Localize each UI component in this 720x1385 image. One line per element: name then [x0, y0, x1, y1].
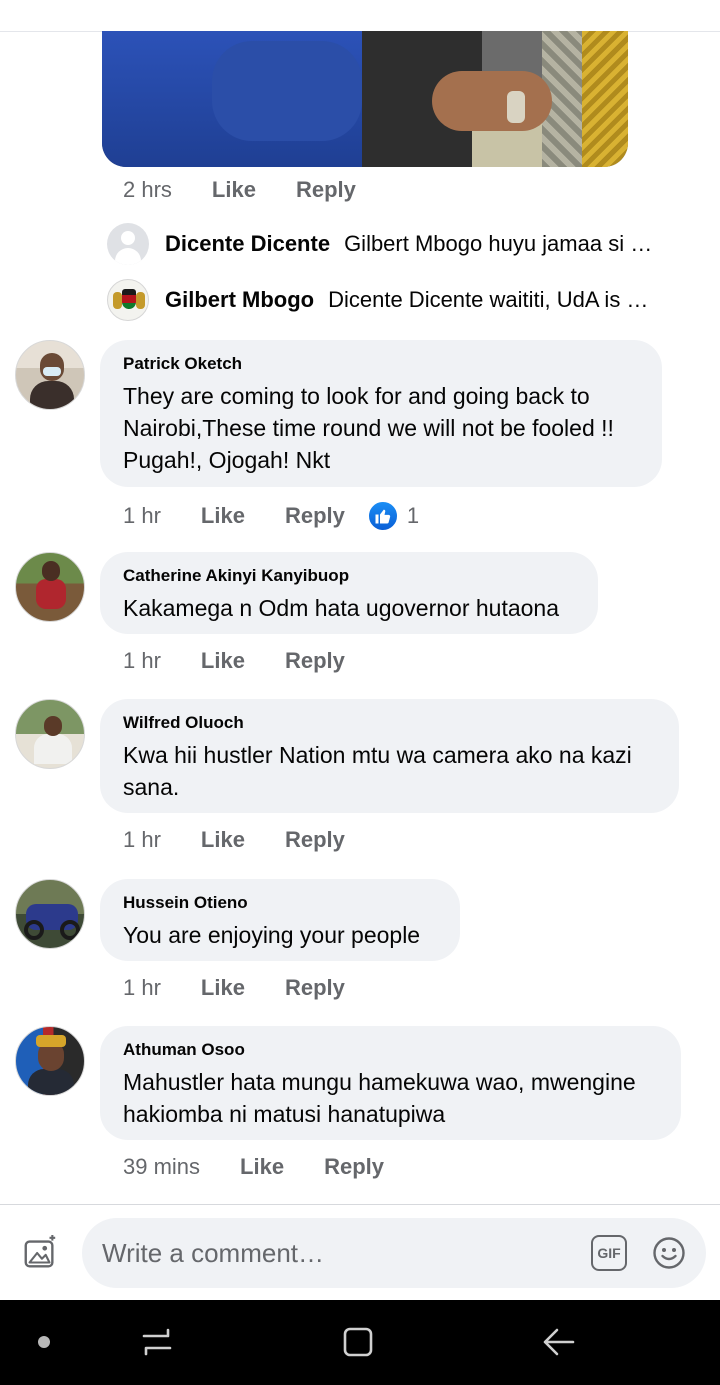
comment-author[interactable]: Catherine Akinyi Kanyibuop: [123, 566, 574, 586]
comment-bubble[interactable]: Hussein Otieno You are enjoying your peo…: [100, 879, 460, 961]
avatar[interactable]: [15, 879, 85, 949]
reply-button[interactable]: Reply: [285, 827, 345, 853]
recents-icon[interactable]: [140, 1326, 174, 1358]
avatar-figure: [42, 561, 60, 581]
avatar-figure: [24, 920, 44, 940]
comment-time: 1 hr: [123, 648, 161, 673]
comment-bubble[interactable]: Patrick Oketch They are coming to look f…: [100, 340, 662, 487]
emoji-icon[interactable]: [652, 1236, 686, 1270]
comment-text: Mahustler hata mungu hamekuwa wao, mweng…: [123, 1069, 636, 1127]
reply-text: Gilbert Mbogo huyu jamaa si …: [344, 231, 653, 256]
avatar[interactable]: [107, 279, 149, 321]
home-icon[interactable]: [342, 1326, 374, 1358]
assistant-dot-icon[interactable]: [38, 1336, 50, 1348]
comment-meta-row: 1 hr Like Reply: [123, 975, 345, 1001]
comment-author[interactable]: Wilfred Oluoch: [123, 713, 655, 733]
avatar[interactable]: [107, 223, 149, 265]
avatar-figure: [34, 734, 72, 764]
avatar[interactable]: [15, 1026, 85, 1096]
post-photo[interactable]: [102, 31, 628, 167]
photo-region: [507, 91, 525, 123]
avatar[interactable]: [15, 699, 85, 769]
post-meta-row: 2 hrs Like Reply: [123, 177, 356, 203]
avatar-figure: [43, 367, 61, 376]
avatar-figure: [44, 716, 62, 736]
reaction-summary[interactable]: 1: [366, 500, 420, 532]
back-icon[interactable]: [541, 1326, 577, 1358]
comment-input-placeholder: Write a comment…: [102, 1237, 325, 1268]
crest-shield: [122, 289, 136, 309]
reply-preview[interactable]: Gilbert Mbogo Dicente Dicente waititi, U…: [107, 279, 697, 321]
avatar-figure: [36, 1035, 66, 1047]
avatar[interactable]: [15, 552, 85, 622]
reply-button[interactable]: Reply: [285, 975, 345, 1001]
thumbs-up-icon: [366, 500, 399, 532]
comment-meta-row: 1 hr Like Reply: [123, 827, 345, 853]
comment-time: 39 mins: [123, 1154, 201, 1179]
like-button[interactable]: Like: [201, 503, 245, 529]
composer-divider: [0, 1204, 720, 1205]
photo-region: [582, 31, 628, 167]
avatar-figure: [30, 381, 74, 409]
comment-bubble[interactable]: Catherine Akinyi Kanyibuop Kakamega n Od…: [100, 552, 598, 634]
avatar[interactable]: [15, 340, 85, 410]
crest-part: [136, 292, 145, 309]
like-button[interactable]: Like: [212, 177, 256, 203]
reply-author[interactable]: Gilbert Mbogo: [165, 287, 314, 313]
reply-preview[interactable]: Dicente Dicente Gilbert Mbogo huyu jamaa…: [107, 223, 697, 265]
comment-text: Kwa hii hustler Nation mtu wa camera ako…: [123, 742, 632, 800]
like-button[interactable]: Like: [201, 648, 245, 674]
comment-text: Kakamega n Odm hata ugovernor hutaona: [123, 595, 560, 621]
comment-meta-row: 1 hr Like Reply: [123, 648, 345, 674]
comment-time: 1 hr: [123, 503, 161, 528]
comment-text: You are enjoying your people: [123, 922, 421, 948]
comment-bubble[interactable]: Wilfred Oluoch Kwa hii hustler Nation mt…: [100, 699, 679, 813]
crest-part: [113, 292, 122, 309]
reply-button[interactable]: Reply: [296, 177, 356, 203]
comment-author[interactable]: Athuman Osoo: [123, 1040, 657, 1060]
photo-region: [432, 71, 552, 131]
like-button[interactable]: Like: [240, 1154, 284, 1180]
reply-button[interactable]: Reply: [285, 648, 345, 674]
photo-icon[interactable]: [21, 1234, 59, 1272]
reply-button[interactable]: Reply: [324, 1154, 384, 1180]
comment-time: 1 hr: [123, 827, 161, 852]
comment-bubble[interactable]: Athuman Osoo Mahustler hata mungu hameku…: [100, 1026, 681, 1140]
like-button[interactable]: Like: [201, 827, 245, 853]
reply-author[interactable]: Dicente Dicente: [165, 231, 330, 257]
reply-button[interactable]: Reply: [285, 503, 345, 529]
post-time: 2 hrs: [123, 177, 172, 202]
reaction-count: 1: [406, 503, 420, 528]
photo-region: [212, 41, 362, 141]
comment-author[interactable]: Hussein Otieno: [123, 893, 436, 913]
comment-time: 1 hr: [123, 975, 161, 1000]
comment-author[interactable]: Patrick Oketch: [123, 354, 638, 374]
gif-icon[interactable]: GIF: [591, 1235, 627, 1271]
avatar-figure: [28, 1069, 74, 1095]
reply-text: Dicente Dicente waititi, UdA is …: [328, 287, 649, 312]
avatar-figure: [36, 579, 66, 609]
comment-meta-row: 1 hr Like Reply 1: [123, 500, 419, 532]
like-button[interactable]: Like: [201, 975, 245, 1001]
comment-meta-row: 39 mins Like Reply: [123, 1154, 384, 1180]
avatar-figure: [60, 920, 80, 940]
comment-text: They are coming to look for and going ba…: [123, 383, 614, 473]
